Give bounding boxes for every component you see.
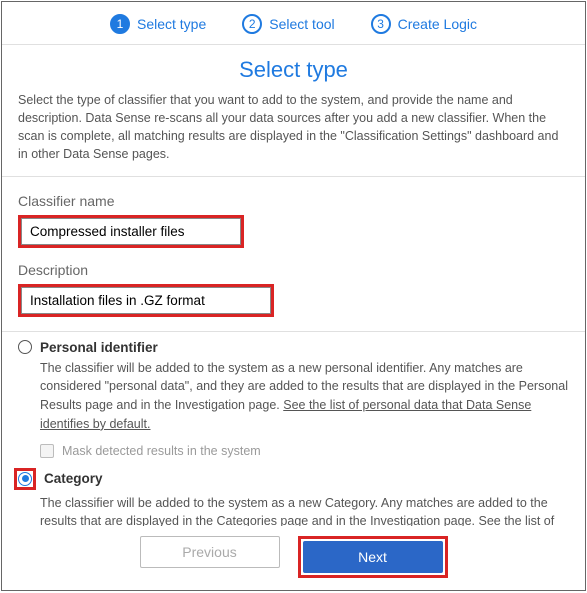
- classifier-name-label: Classifier name: [18, 193, 569, 209]
- wizard-panel: 1 Select type 2 Select tool 3 Create Log…: [1, 1, 586, 591]
- form-area: Classifier name Description: [2, 177, 585, 332]
- mask-results-checkbox[interactable]: [40, 444, 54, 458]
- stepper: 1 Select type 2 Select tool 3 Create Log…: [2, 2, 585, 45]
- footer-buttons: Previous Next: [2, 526, 585, 590]
- description-highlight: [18, 284, 274, 317]
- step-3-circle: 3: [371, 14, 391, 34]
- step-2-label: Select tool: [269, 16, 334, 32]
- step-2[interactable]: 2 Select tool: [242, 14, 334, 34]
- step-1[interactable]: 1 Select type: [110, 14, 206, 34]
- previous-button[interactable]: Previous: [140, 536, 280, 568]
- type-options: Personal identifier The classifier will …: [2, 332, 585, 527]
- step-2-circle: 2: [242, 14, 262, 34]
- step-1-label: Select type: [137, 16, 206, 32]
- mask-results-label: Mask detected results in the system: [62, 444, 261, 458]
- option-category: Category The classifier will be added to…: [18, 468, 569, 527]
- option-personal-desc: The classifier will be added to the syst…: [18, 359, 569, 434]
- next-button[interactable]: Next: [303, 541, 443, 573]
- description-input[interactable]: [21, 287, 271, 314]
- radio-category-highlight: [14, 468, 36, 490]
- option-personal-title: Personal identifier: [40, 340, 158, 355]
- step-3[interactable]: 3 Create Logic: [371, 14, 477, 34]
- radio-personal-identifier[interactable]: [18, 340, 32, 354]
- option-category-desc: The classifier will be added to the syst…: [18, 494, 569, 527]
- page-title: Select type: [2, 45, 585, 91]
- classifier-name-input[interactable]: [21, 218, 241, 245]
- option-category-title: Category: [44, 471, 103, 486]
- step-3-label: Create Logic: [398, 16, 477, 32]
- next-button-highlight: Next: [298, 536, 448, 578]
- option-category-desc-text: The classifier will be added to the syst…: [40, 496, 548, 527]
- step-1-circle: 1: [110, 14, 130, 34]
- description-label: Description: [18, 262, 569, 278]
- intro-text: Select the type of classifier that you w…: [2, 91, 585, 177]
- classifier-name-highlight: [18, 215, 244, 248]
- radio-category[interactable]: [18, 472, 32, 486]
- mask-results-row: Mask detected results in the system: [40, 444, 569, 458]
- option-personal-identifier: Personal identifier The classifier will …: [18, 340, 569, 458]
